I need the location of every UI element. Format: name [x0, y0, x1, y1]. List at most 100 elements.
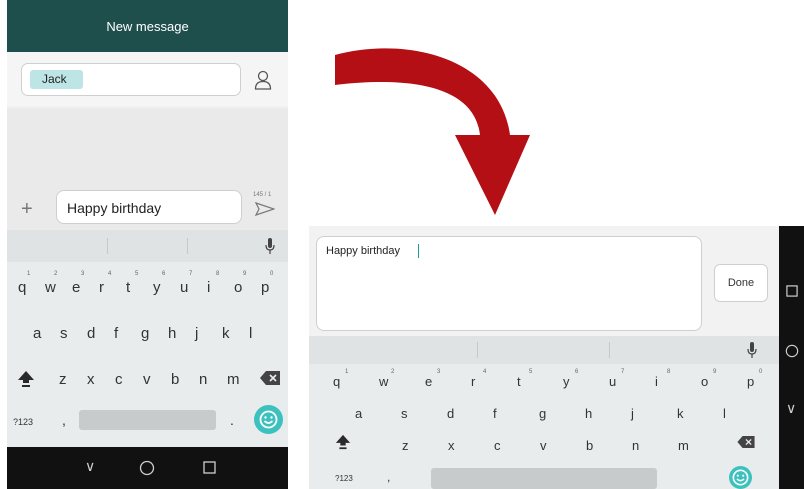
emoji-icon — [259, 410, 278, 429]
emoji-button[interactable] — [254, 405, 283, 434]
recents-icon[interactable] — [203, 461, 216, 474]
key-l[interactable]: l — [723, 406, 726, 421]
recipient-chip[interactable]: Jack — [30, 70, 83, 89]
key-i[interactable]: i — [655, 374, 658, 389]
key-t[interactable]: t — [517, 374, 521, 389]
key-j[interactable]: j — [195, 325, 198, 342]
key-d[interactable]: d — [447, 406, 454, 421]
back-icon[interactable]: ∨ — [85, 458, 95, 475]
mic-icon[interactable] — [747, 342, 757, 358]
key-o[interactable]: o — [234, 279, 242, 296]
key-a[interactable]: a — [33, 325, 41, 342]
key-n[interactable]: n — [632, 438, 639, 453]
space-bar[interactable] — [431, 468, 657, 489]
key-h[interactable]: h — [585, 406, 592, 421]
key-n[interactable]: n — [199, 371, 207, 388]
key-w[interactable]: w — [379, 374, 388, 389]
symbols-key[interactable]: ?123 — [13, 417, 33, 427]
key-t[interactable]: t — [126, 279, 130, 296]
recipient-field[interactable]: Jack — [21, 63, 241, 96]
key-s[interactable]: s — [60, 325, 68, 342]
key-k[interactable]: k — [677, 406, 684, 421]
key-b[interactable]: b — [171, 371, 179, 388]
suggestion-separator — [187, 238, 188, 254]
keyboard: q1 w2 e3 r 4 t 5 y6 u7 i 8 o9 p0 a s d f g h j k l z x c v b n m ?… — [309, 336, 779, 489]
symbols-key[interactable]: ?123 — [335, 474, 353, 483]
shift-icon[interactable] — [17, 370, 35, 388]
send-icon[interactable] — [255, 202, 275, 216]
key-j[interactable]: j — [631, 406, 634, 421]
compose-area: Happy birthday Done — [309, 226, 779, 336]
key-r[interactable]: r — [99, 279, 104, 296]
key-f[interactable]: f — [493, 406, 497, 421]
key-hint: 0 — [759, 369, 763, 375]
key-k[interactable]: k — [222, 325, 230, 342]
mic-icon[interactable] — [265, 238, 275, 254]
char-counter: 145 / 1 — [253, 192, 272, 198]
backspace-icon[interactable] — [737, 436, 755, 448]
key-s[interactable]: s — [401, 406, 408, 421]
suggestion-bar — [309, 336, 779, 364]
key-z[interactable]: z — [402, 438, 409, 453]
message-input-expanded[interactable]: Happy birthday — [316, 236, 702, 331]
back-icon[interactable]: ∨ — [786, 400, 796, 417]
key-v[interactable]: v — [540, 438, 547, 453]
key-p[interactable]: p — [261, 279, 269, 296]
key-v[interactable]: v — [143, 371, 151, 388]
key-hint: 6 — [162, 271, 166, 277]
suggestion-separator — [609, 342, 610, 358]
key-hint: 1 — [27, 271, 31, 277]
key-w[interactable]: w — [45, 279, 56, 296]
key-hint: 5 — [529, 369, 533, 375]
key-x[interactable]: x — [448, 438, 455, 453]
key-y[interactable]: y — [153, 279, 161, 296]
key-o[interactable]: o — [701, 374, 708, 389]
key-hint: 7 — [621, 369, 625, 375]
comma-key[interactable]: , — [62, 412, 66, 428]
key-x[interactable]: x — [87, 371, 95, 388]
home-icon[interactable] — [785, 344, 799, 358]
period-key[interactable]: . — [230, 412, 234, 428]
key-hint: 7 — [189, 271, 193, 277]
key-a[interactable]: a — [355, 406, 362, 421]
key-d[interactable]: d — [87, 325, 95, 342]
comma-key[interactable]: , — [387, 470, 390, 484]
key-f[interactable]: f — [114, 325, 118, 342]
key-c[interactable]: c — [115, 371, 123, 388]
key-z[interactable]: z — [59, 371, 67, 388]
right-phone-screen: Happy birthday Done q1 w2 e3 r 4 t 5 y6 u7 i 8 o9 p0… — [309, 226, 804, 489]
key-m[interactable]: m — [678, 438, 689, 453]
key-c[interactable]: c — [494, 438, 501, 453]
key-q[interactable]: q — [333, 374, 340, 389]
key-hint: 9 — [243, 271, 247, 277]
space-bar[interactable] — [79, 410, 216, 430]
recents-icon[interactable] — [786, 285, 798, 297]
key-e[interactable]: e — [72, 279, 80, 296]
key-r[interactable]: r — [471, 374, 475, 389]
key-y[interactable]: y — [563, 374, 570, 389]
key-q[interactable]: q — [18, 279, 26, 296]
key-p[interactable]: p — [747, 374, 754, 389]
key-g[interactable]: g — [141, 325, 149, 342]
message-input[interactable]: Happy birthday — [56, 190, 242, 224]
key-u[interactable]: u — [609, 374, 616, 389]
home-icon[interactable] — [139, 460, 155, 476]
plus-icon[interactable]: + — [21, 198, 33, 221]
key-hint: 0 — [270, 271, 274, 277]
contact-icon[interactable] — [254, 70, 272, 90]
key-h[interactable]: h — [168, 325, 176, 342]
key-m[interactable]: m — [227, 371, 240, 388]
backspace-icon[interactable] — [260, 371, 280, 385]
key-i[interactable]: i — [207, 279, 210, 296]
key-e[interactable]: e — [425, 374, 432, 389]
key-l[interactable]: l — [249, 325, 252, 342]
key-b[interactable]: b — [586, 438, 593, 453]
key-hint: 2 — [391, 369, 395, 375]
key-u[interactable]: u — [180, 279, 188, 296]
done-button[interactable]: Done — [714, 264, 768, 302]
emoji-button[interactable] — [729, 466, 752, 489]
key-g[interactable]: g — [539, 406, 546, 421]
key-hint: 2 — [54, 271, 58, 277]
message-text: Happy birthday — [326, 245, 400, 257]
shift-icon[interactable] — [335, 434, 351, 450]
